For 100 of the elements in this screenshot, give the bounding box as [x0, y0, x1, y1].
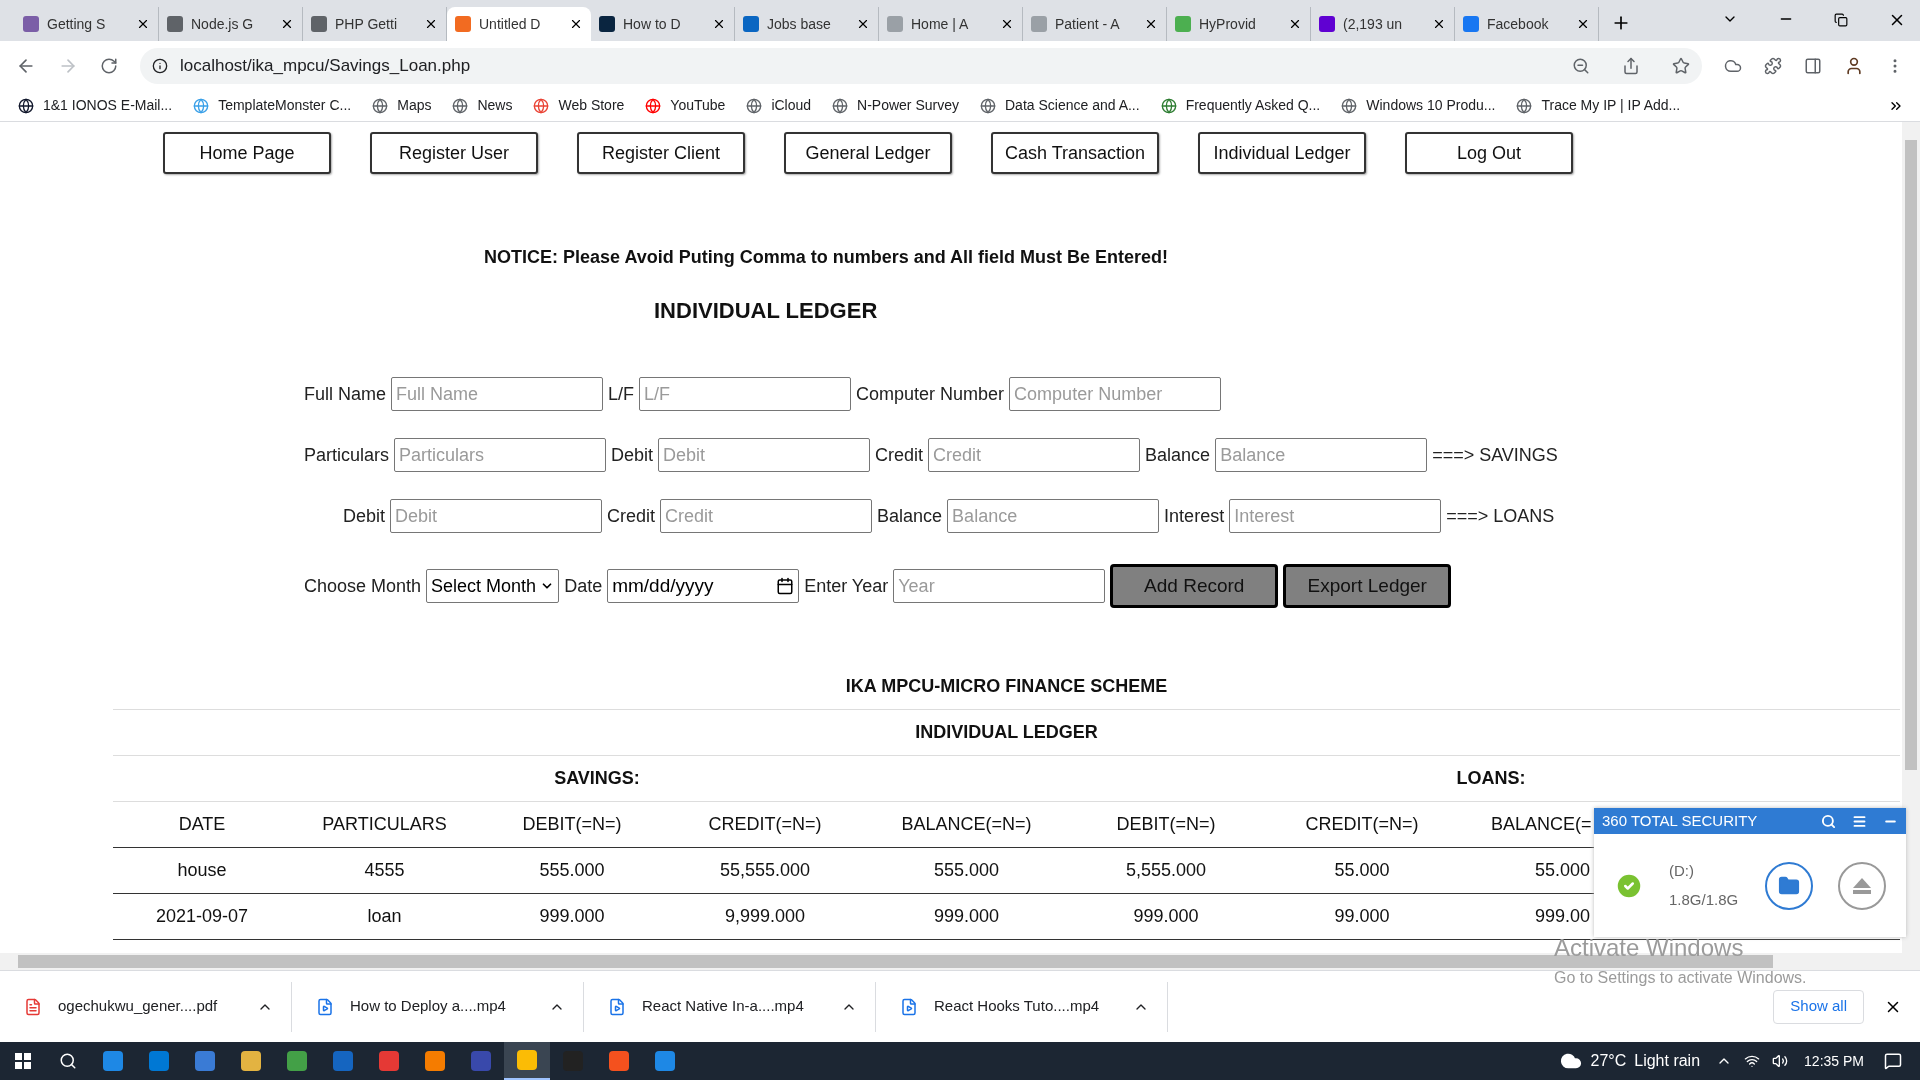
tab-title: How to D: [623, 14, 682, 34]
video-file-icon: [316, 997, 334, 1016]
form-button[interactable]: Export Ledger: [1283, 564, 1452, 608]
bookmark[interactable]: News: [452, 95, 513, 116]
star-icon[interactable]: [1672, 56, 1690, 75]
tab-title: Node.js G: [191, 14, 255, 34]
field-label: Balance: [877, 504, 943, 528]
nav-button[interactable]: Home Page: [163, 132, 331, 174]
bookmark[interactable]: Web Store: [533, 95, 625, 116]
search-icon[interactable]: [59, 1052, 77, 1070]
download-item[interactable]: React Hooks Tuto....mp4: [876, 981, 1168, 1032]
field-label: Debit: [343, 504, 386, 528]
tab-title: Home | A: [911, 14, 970, 34]
tab-title: Jobs base: [767, 14, 832, 34]
field-label: ===> LOANS: [1446, 504, 1555, 528]
wifi-icon[interactable]: [1744, 1053, 1761, 1069]
activation-title: Activate Windows: [1554, 933, 1745, 963]
table-cell-text: 4555: [364, 859, 405, 882]
bookmark[interactable]: Frequently Asked Q...: [1160, 95, 1321, 116]
video-file-icon: [900, 997, 918, 1016]
volume-icon[interactable]: [1772, 1053, 1789, 1069]
close-icon[interactable]: [1000, 17, 1014, 31]
column-header: DEBIT(=N=): [1116, 813, 1216, 836]
taskbar-app[interactable]: [504, 1042, 550, 1080]
close-icon[interactable]: [1144, 17, 1158, 31]
restore-icon[interactable]: [1834, 13, 1848, 27]
browser-tab[interactable]: Untitled D: [447, 7, 591, 41]
input-field[interactable]: Debit: [390, 499, 603, 533]
share-icon[interactable]: [1622, 56, 1640, 75]
month-select[interactable]: Select Month: [426, 569, 560, 603]
tab-title: Patient - A: [1055, 14, 1121, 34]
tab-title: HyProvid: [1199, 14, 1257, 34]
bookmark[interactable]: iCloud: [746, 95, 812, 116]
tab-title: Facebook: [1487, 14, 1550, 34]
column-header: DATE: [178, 813, 226, 836]
input-field[interactable]: L/F: [639, 377, 852, 411]
group-heading: SAVINGS:: [553, 767, 641, 790]
input-field[interactable]: Particulars: [394, 438, 607, 472]
temperature: 27°C: [1590, 1051, 1627, 1071]
vertical-scrollbar[interactable]: [1902, 122, 1920, 970]
table-cell-text: 5,555.000: [1125, 859, 1207, 882]
table-cell-text: 999.00: [1534, 905, 1590, 928]
notifications-icon[interactable]: [1884, 1052, 1902, 1070]
input-field[interactable]: Interest: [1229, 499, 1442, 533]
input-field[interactable]: Balance: [947, 499, 1160, 533]
close-icon[interactable]: [1432, 17, 1446, 31]
input-field[interactable]: Credit: [660, 499, 873, 533]
bookmark[interactable]: Windows 10 Produ...: [1341, 95, 1496, 116]
input-field[interactable]: Credit: [928, 438, 1141, 472]
form-button[interactable]: Add Record: [1110, 564, 1279, 608]
field-label: Interest: [1164, 504, 1225, 528]
date-field[interactable]: mm/dd/yyyy: [607, 569, 800, 603]
column-header: BALANCE(=: [1491, 813, 1592, 836]
input-field[interactable]: Debit: [658, 438, 871, 472]
bookmark[interactable]: Maps: [372, 95, 432, 116]
nav-button[interactable]: Cash Transaction: [991, 132, 1159, 174]
menu-icon[interactable]: [1852, 813, 1867, 829]
input-field[interactable]: Year: [893, 569, 1106, 603]
close-icon[interactable]: [136, 17, 150, 31]
close-icon[interactable]: [856, 17, 870, 31]
side-panel-icon[interactable]: [1804, 56, 1822, 75]
extensions-icon[interactable]: [1764, 56, 1782, 75]
download-item[interactable]: React Native In-a....mp4: [584, 981, 876, 1032]
download-item[interactable]: How to Deploy a....mp4: [292, 981, 584, 1032]
pdf-file-icon: [24, 997, 42, 1016]
show-all-button[interactable]: Show all: [1773, 989, 1864, 1024]
profile-icon[interactable]: [1844, 55, 1864, 76]
bookmark[interactable]: Trace My IP | IP Add...: [1516, 95, 1681, 116]
bookmark[interactable]: 1&1 IONOS E-Mail...: [18, 95, 173, 116]
close-icon[interactable]: [1288, 17, 1302, 31]
field-label: Full Name: [304, 382, 387, 406]
download-item[interactable]: ogechukwu_gener....pdf: [0, 981, 292, 1032]
table-cell-text: 55.000: [1334, 859, 1390, 882]
windows-logo-icon: [15, 1053, 31, 1069]
nav-button[interactable]: Register User: [370, 132, 538, 174]
nav-button[interactable]: Log Out: [1405, 132, 1573, 174]
input-field[interactable]: Balance: [1215, 438, 1428, 472]
input-field[interactable]: Full Name: [391, 377, 604, 411]
field-label: Credit: [607, 504, 656, 528]
bookmark[interactable]: YouTube: [645, 95, 726, 116]
zoom-icon[interactable]: [1572, 56, 1590, 75]
bookmark[interactable]: TemplateMonster C...: [193, 95, 352, 116]
open-folder-button[interactable]: [1765, 861, 1813, 910]
clock[interactable]: 12:35 PM: [1804, 1050, 1864, 1072]
close-icon[interactable]: [569, 17, 583, 31]
bookmark[interactable]: N-Power Survey: [832, 95, 959, 116]
close-icon[interactable]: [280, 17, 294, 31]
nav-button[interactable]: Register Client: [577, 132, 745, 174]
close-icon[interactable]: [712, 17, 726, 31]
address-bar[interactable]: localhost/ika_mpcu/Savings_Loan.php: [140, 47, 1702, 84]
eject-button[interactable]: [1838, 861, 1886, 910]
nav-button[interactable]: Individual Ledger: [1198, 132, 1366, 174]
nav-button[interactable]: General Ledger: [784, 132, 952, 174]
input-field[interactable]: Computer Number: [1009, 377, 1222, 411]
reload-icon[interactable]: [100, 56, 118, 75]
bookmark[interactable]: Data Science and A...: [980, 95, 1140, 116]
field-label: L/F: [608, 382, 635, 406]
field-label: Debit: [611, 443, 654, 467]
close-icon[interactable]: [424, 17, 438, 31]
close-icon[interactable]: [1576, 17, 1590, 31]
